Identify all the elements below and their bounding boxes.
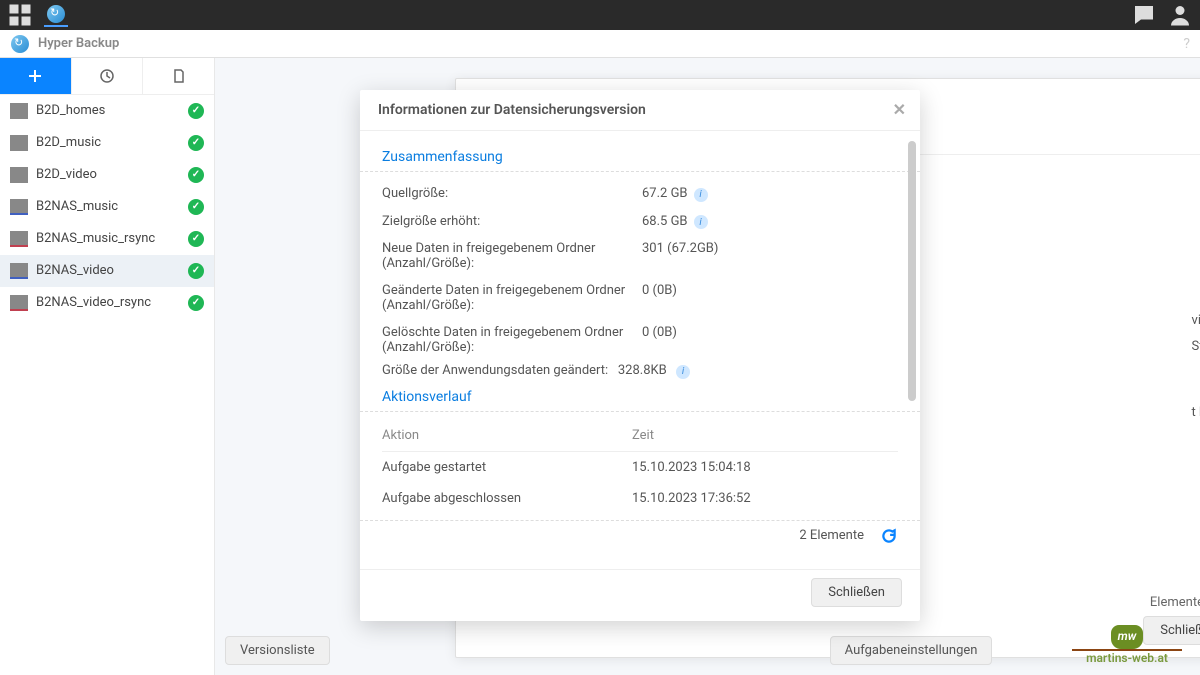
app-icon — [10, 34, 30, 54]
kv-key: Geänderte Daten in freigegebenem Ordner … — [382, 283, 642, 313]
elements-count: Elemente — [1150, 595, 1200, 610]
task-settings-tab[interactable]: Aufgabeneinstellungen — [830, 636, 993, 665]
refresh-icon[interactable] — [880, 527, 898, 545]
status-ok-icon — [188, 199, 204, 215]
version-list-tab[interactable]: Versionsliste — [225, 636, 330, 665]
action-row: Aufgabe gestartet15.10.2023 15:04:18 — [382, 452, 898, 483]
job-list: B2D_homes B2D_music B2D_video B2NAS_musi… — [0, 95, 214, 319]
document-button[interactable] — [143, 58, 214, 94]
kv-value: 67.2 GBi — [642, 186, 898, 202]
job-label: B2NAS_music_rsync — [36, 231, 180, 247]
status-ok-icon — [188, 167, 204, 183]
job-label: B2NAS_music — [36, 199, 180, 215]
task-info-fragment: video_2 Station t keine programmierte Si… — [1192, 308, 1200, 426]
text-fragment: Station — [1192, 334, 1200, 360]
logo-text: martins-web.at — [1072, 651, 1182, 665]
system-topbar — [0, 0, 1200, 30]
kv-value: 0 (0B) — [642, 283, 898, 313]
hyper-backup-taskbar-icon[interactable] — [44, 3, 68, 27]
sidebar-item[interactable]: B2D_homes — [0, 95, 214, 127]
text-fragment: t keine programmierte Sic — [1192, 400, 1200, 426]
status-ok-icon — [188, 295, 204, 311]
action-label: Aufgabe gestartet — [382, 460, 632, 475]
action-time: 15.10.2023 15:04:18 — [632, 460, 751, 475]
status-ok-icon — [188, 135, 204, 151]
scrollbar[interactable] — [908, 141, 916, 401]
action-label: Aufgabe abgeschlossen — [382, 491, 632, 506]
sidebar: B2D_homes B2D_music B2D_video B2NAS_musi… — [0, 58, 215, 675]
kv-key: Gelöschte Daten in freigegebenem Ordner … — [382, 325, 642, 355]
job-label: B2D_video — [36, 167, 180, 183]
info-icon[interactable]: i — [694, 215, 708, 229]
chat-icon[interactable] — [1132, 3, 1156, 27]
job-label: B2NAS_video — [36, 263, 180, 279]
server-icon — [10, 136, 28, 150]
job-label: B2D_music — [36, 135, 180, 151]
elements-count: 2 Elemente — [799, 528, 864, 543]
kv-key: Neue Daten in freigegebenem Ordner (Anza… — [382, 241, 642, 271]
action-time: 15.10.2023 17:36:52 — [632, 491, 751, 506]
column-time: Zeit — [632, 428, 654, 443]
status-ok-icon — [188, 103, 204, 119]
section-actions-title: Aktionsverlauf — [360, 385, 920, 412]
kv-value: 68.5 GBi — [642, 214, 898, 230]
user-icon[interactable] — [1168, 3, 1192, 27]
server-icon — [10, 264, 28, 278]
app-titlebar: Hyper Backup ? — [0, 30, 1200, 58]
kv-key: Zielgröße erhöht: — [382, 214, 642, 230]
sidebar-item[interactable]: B2D_video — [0, 159, 214, 191]
server-icon — [10, 296, 28, 310]
kv-value: 301 (67.2GB) — [642, 241, 898, 271]
backup-version-info-modal: Informationen zur Datensicherungsversion… — [360, 90, 920, 621]
action-row: Aufgabe abgeschlossen15.10.2023 17:36:52 — [382, 483, 898, 514]
sidebar-item[interactable]: B2NAS_music — [0, 191, 214, 223]
history-button[interactable] — [72, 58, 144, 94]
status-ok-icon — [188, 263, 204, 279]
close-button[interactable]: Schließen — [811, 578, 902, 607]
info-icon[interactable]: i — [694, 188, 708, 202]
kv-key: Quellgröße: — [382, 186, 642, 202]
server-icon — [10, 200, 28, 214]
text-fragment: video_2 — [1192, 308, 1200, 334]
status-ok-icon — [188, 231, 204, 247]
watermark-logo: martins-web.at — [1072, 625, 1182, 665]
kv-key: Größe der Anwendungsdaten geändert: — [382, 363, 608, 378]
job-label: B2D_homes — [36, 103, 180, 119]
sidebar-item[interactable]: B2NAS_music_rsync — [0, 223, 214, 255]
close-icon[interactable]: ✕ — [893, 100, 906, 119]
info-icon[interactable]: i — [676, 365, 690, 379]
help-icon[interactable]: ? — [1183, 36, 1190, 52]
sidebar-item[interactable]: B2NAS_video — [0, 255, 214, 287]
server-icon — [10, 104, 28, 118]
server-icon — [10, 232, 28, 246]
job-label: B2NAS_video_rsync — [36, 295, 180, 311]
sidebar-item[interactable]: B2NAS_video_rsync — [0, 287, 214, 319]
section-summary-title: Zusammenfassung — [360, 145, 920, 172]
column-action: Aktion — [382, 428, 632, 443]
kv-value: 0 (0B) — [642, 325, 898, 355]
server-icon — [10, 168, 28, 182]
modal-title: Informationen zur Datensicherungsversion — [378, 102, 646, 118]
kv-value: 328.8KB — [618, 363, 667, 378]
app-title: Hyper Backup — [38, 36, 119, 51]
sidebar-item[interactable]: B2D_music — [0, 127, 214, 159]
apps-grid-icon[interactable] — [8, 3, 32, 27]
add-job-button[interactable] — [0, 58, 72, 94]
